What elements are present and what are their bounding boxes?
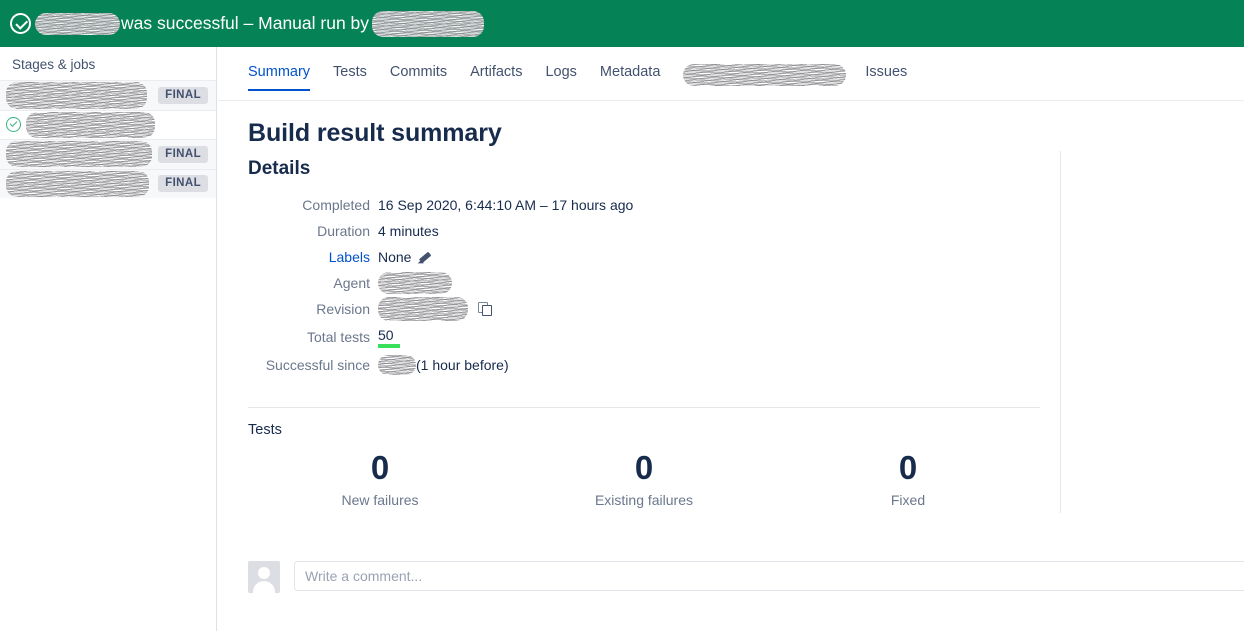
redacted-tab-label [683, 64, 846, 86]
content-right-divider [1060, 151, 1061, 513]
detail-row-revision: Revision [248, 296, 1244, 322]
detail-label: Total tests [248, 329, 378, 345]
details-heading: Details [248, 158, 1244, 180]
stat-value: 0 [776, 448, 1040, 488]
redacted-successful-since [378, 355, 416, 375]
sidebar-item-label [6, 141, 158, 167]
redacted-agent-name [378, 272, 452, 294]
detail-label: Agent [248, 275, 378, 291]
sidebar-item-label [26, 112, 208, 138]
stat-existing-failures: 0 Existing failures [512, 448, 776, 508]
total-tests-indicator: 50 [378, 327, 400, 348]
redacted-user-name [372, 11, 484, 37]
user-avatar-icon [248, 561, 280, 593]
stat-caption: New failures [248, 492, 512, 508]
check-circle-icon [10, 13, 31, 34]
detail-value-wrap: None [378, 249, 433, 265]
detail-row-total-tests: Total tests 50 [248, 322, 1244, 352]
stat-caption: Fixed [776, 492, 1040, 508]
redacted-job-name [26, 112, 155, 138]
tab-summary[interactable]: Summary [248, 64, 310, 91]
page-title: Build result summary [248, 119, 1244, 148]
tab-metadata[interactable]: Metadata [600, 64, 660, 91]
detail-row-duration: Duration 4 minutes [248, 218, 1244, 244]
sidebar-item-stage-3[interactable]: FINAL [0, 169, 216, 199]
successful-since-suffix: (1 hour before) [416, 357, 509, 373]
tab-tests[interactable]: Tests [333, 64, 367, 91]
sidebar-item-stage-2[interactable]: FINAL [0, 139, 216, 169]
section-divider [248, 407, 1040, 408]
stages-and-jobs-sidebar: Stages & jobs FINAL FINAL FINAL [0, 47, 217, 631]
banner-status-text: was successful – Manual run by [120, 13, 370, 34]
details-list: Completed 16 Sep 2020, 6:44:10 AM – 17 h… [248, 192, 1244, 378]
main-content: Summary Tests Commits Artifacts Logs Met… [218, 47, 1244, 631]
detail-label: Completed [248, 197, 378, 213]
detail-value-wrap [378, 272, 452, 294]
detail-label: Revision [248, 301, 378, 317]
sidebar-item-job-1[interactable] [0, 110, 216, 140]
detail-value-wrap: (1 hour before) [378, 355, 509, 375]
redacted-stage-name [6, 141, 152, 167]
total-tests-value: 50 [378, 327, 400, 343]
detail-row-agent: Agent [248, 270, 1244, 296]
tab-issues[interactable]: Issues [865, 64, 907, 91]
copy-icon[interactable] [478, 302, 493, 317]
tests-heading: Tests [248, 422, 1048, 438]
tab-redacted[interactable] [683, 64, 846, 90]
detail-value: 4 minutes [378, 223, 439, 239]
stat-caption: Existing failures [512, 492, 776, 508]
comment-row [248, 561, 1244, 593]
sidebar-item-stage-1[interactable]: FINAL [0, 80, 216, 110]
detail-value-wrap [378, 297, 493, 321]
detail-value: 16 Sep 2020, 6:44:10 AM – 17 hours ago [378, 197, 633, 213]
detail-value-wrap: 50 [378, 327, 400, 348]
pencil-icon[interactable] [418, 250, 433, 265]
sidebar-item-label [6, 82, 158, 109]
pass-rate-bar [378, 344, 400, 348]
status-badge: FINAL [158, 87, 208, 104]
sidebar-item-label [6, 171, 158, 197]
redacted-stage-name [6, 171, 149, 197]
detail-row-completed: Completed 16 Sep 2020, 6:44:10 AM – 17 h… [248, 192, 1244, 218]
status-badge: FINAL [158, 146, 208, 163]
redacted-revision [378, 297, 468, 321]
comment-input[interactable] [294, 561, 1244, 591]
banner-title: was successful – Manual run by [35, 11, 484, 37]
detail-label: Duration [248, 223, 378, 239]
stat-value: 0 [512, 448, 776, 488]
redacted-plan-name [35, 13, 120, 35]
stat-new-failures: 0 New failures [248, 448, 512, 508]
stat-fixed: 0 Fixed [776, 448, 1040, 508]
sidebar-title: Stages & jobs [0, 47, 216, 80]
detail-label: Successful since [248, 357, 378, 373]
tab-logs[interactable]: Logs [545, 64, 576, 91]
stat-value: 0 [248, 448, 512, 488]
build-status-banner: was successful – Manual run by [0, 0, 1244, 47]
tests-section: Tests 0 New failures 0 Existing failures… [248, 422, 1048, 508]
status-badge: FINAL [158, 175, 208, 192]
check-circle-icon [6, 117, 21, 132]
tests-stats: 0 New failures 0 Existing failures 0 Fix… [248, 448, 1048, 508]
detail-row-successful-since: Successful since (1 hour before) [248, 352, 1244, 378]
tab-artifacts[interactable]: Artifacts [470, 64, 522, 91]
detail-row-labels: Labels None [248, 244, 1244, 270]
labels-link[interactable]: Labels [248, 249, 378, 265]
labels-value: None [378, 249, 411, 265]
tab-bar: Summary Tests Commits Artifacts Logs Met… [218, 64, 1244, 101]
redacted-stage-name [6, 82, 147, 109]
tab-commits[interactable]: Commits [390, 64, 447, 91]
